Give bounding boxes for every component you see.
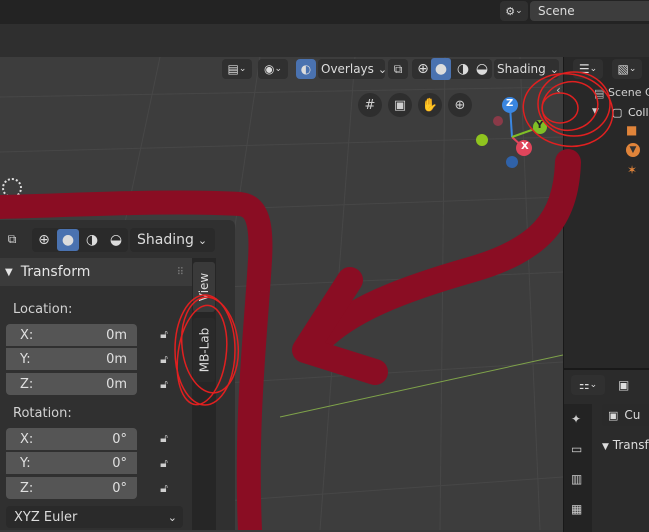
camera-object-icon[interactable]: ■ bbox=[626, 123, 637, 137]
object-icon: ▣ bbox=[608, 408, 619, 422]
scene-collection-icon: ▤ bbox=[594, 87, 605, 100]
lock-rotation-x-icon[interactable]: 🔓︎ bbox=[155, 431, 173, 447]
light-object-icon[interactable]: ✶ bbox=[627, 163, 637, 177]
zoom-icon[interactable]: ⊕ bbox=[448, 93, 472, 117]
properties-icon: ⚏ bbox=[578, 378, 590, 392]
rotation-y-field[interactable]: Y: 0° bbox=[6, 452, 137, 474]
outliner-scene-title: Scene C bbox=[608, 86, 649, 99]
cube-object-icon[interactable]: ▼ bbox=[626, 143, 640, 157]
gizmo-x-label: X bbox=[521, 141, 529, 152]
perspective-toggle-icon[interactable]: # bbox=[358, 93, 382, 117]
3d-cursor-icon bbox=[2, 178, 22, 198]
shading-dropdown[interactable]: Shading bbox=[494, 59, 559, 79]
outliner-filter-button[interactable]: ▧ ⌄ bbox=[612, 59, 642, 79]
npanel-tab-strip: View MB-Lab bbox=[192, 258, 216, 530]
overlays-icon: ◐ bbox=[300, 62, 312, 76]
rendered-shading-icon[interactable]: ◒ bbox=[471, 58, 493, 80]
scene-selector[interactable]: ⚙ ⌄ bbox=[500, 1, 528, 21]
collection-icon: ▢ bbox=[612, 106, 623, 119]
object-selector[interactable]: ▣ Cu bbox=[602, 404, 649, 426]
object-mode-icon[interactable]: ▣ bbox=[618, 378, 629, 392]
lock-rotation-y-icon[interactable]: 🔓︎ bbox=[155, 456, 173, 472]
rotation-z-field[interactable]: Z: 0° bbox=[6, 477, 137, 499]
eye-icon: ◉ bbox=[263, 62, 275, 76]
collapse-arrow-icon: ▼ bbox=[5, 266, 13, 278]
overlays-dropdown[interactable]: Overlays bbox=[318, 59, 385, 79]
collection-label[interactable]: Colle bbox=[628, 106, 649, 119]
drag-handle-icon[interactable]: ⠿ bbox=[177, 267, 184, 278]
gizmo-y-label: Y bbox=[536, 120, 544, 131]
outliner-collapse-arrow[interactable]: ‹ bbox=[556, 83, 561, 97]
scene-name: Scene bbox=[538, 4, 575, 18]
npanel-rendered-icon[interactable]: ◒ bbox=[105, 229, 127, 251]
lock-location-y-icon[interactable]: 🔓︎ bbox=[155, 352, 173, 368]
location-x-field[interactable]: X: 0m bbox=[6, 324, 137, 346]
npanel-solid-icon[interactable]: ● bbox=[57, 229, 79, 251]
outliner-panel: ☰⌄ ▧⌄ ‹ ▤ Scene C ▼ ▢ Colle ■ ▼ ✶ bbox=[556, 57, 649, 368]
filter-icon: ▧ bbox=[617, 62, 629, 76]
tool-tab-icon[interactable]: ✦ bbox=[571, 412, 581, 426]
shading-mode-group: ⊕ ● ◑ ◒ bbox=[412, 58, 493, 80]
lock-rotation-z-icon[interactable]: 🔓︎ bbox=[155, 481, 173, 497]
render-tab-icon[interactable]: ▭ bbox=[571, 442, 582, 456]
collection-expand-arrow[interactable]: ▼ bbox=[592, 107, 599, 117]
npanel-material-icon[interactable]: ◑ bbox=[81, 229, 103, 251]
npanel-xray-toggle[interactable]: ⧉ bbox=[0, 228, 24, 250]
xray-icon: ⧉ bbox=[393, 61, 403, 76]
location-z-field[interactable]: Z: 0m bbox=[6, 373, 137, 395]
editor-type-icon: ▤ bbox=[227, 62, 239, 76]
npanel-wireframe-icon[interactable]: ⊕ bbox=[33, 229, 55, 251]
lock-location-x-icon[interactable]: 🔓︎ bbox=[155, 327, 173, 343]
overlays-toggle[interactable]: ◐ bbox=[296, 59, 316, 79]
scene-name-field[interactable]: Scene bbox=[530, 1, 649, 21]
properties-panel: ⚏ ⌄ ▣ ✦ ▭ ▥ ▦ ▣ Cu ▼ Transf bbox=[563, 368, 649, 532]
output-tab-icon[interactable]: ▥ bbox=[571, 472, 582, 486]
camera-view-icon[interactable]: ▣ bbox=[388, 93, 412, 117]
npanel-shading-dropdown[interactable]: Shading bbox=[130, 228, 215, 252]
xray-toggle[interactable]: ⧉ bbox=[388, 59, 408, 79]
view-layer-tab-icon[interactable]: ▦ bbox=[571, 502, 582, 516]
npanel-shading-mode-group: ⊕ ● ◑ ◒ bbox=[32, 228, 128, 252]
outliner-display-mode[interactable]: ☰ ⌄ bbox=[573, 59, 603, 79]
location-label: Location: bbox=[13, 302, 73, 317]
sidebar-tabs: ✦ ▭ ▥ ▦ bbox=[564, 404, 592, 532]
rotation-x-field[interactable]: X: 0° bbox=[6, 428, 137, 450]
scene-icon: ⚙ bbox=[505, 4, 516, 18]
view-object-types-button[interactable]: ◉ ⌄ bbox=[258, 59, 288, 79]
gizmo-z-label: Z bbox=[506, 98, 514, 109]
x-axis-line bbox=[279, 354, 563, 418]
top-bar: ⚙ ⌄ Scene bbox=[0, 0, 649, 24]
editor-type-button[interactable]: ▤ ⌄ bbox=[222, 59, 252, 79]
pan-hand-icon[interactable]: ✋ bbox=[418, 93, 442, 117]
outliner-icon: ☰ bbox=[578, 62, 590, 76]
editor-header-strip bbox=[0, 24, 649, 58]
lock-location-z-icon[interactable]: 🔓︎ bbox=[155, 377, 173, 393]
transform-panel-header[interactable]: ▼ Transform ⠿ bbox=[0, 258, 192, 286]
properties-editor-type[interactable]: ⚏ ⌄ bbox=[571, 375, 605, 395]
location-y-field[interactable]: Y: 0m bbox=[6, 348, 137, 370]
rotation-label: Rotation: bbox=[13, 406, 72, 421]
rotation-mode-dropdown[interactable]: XYZ Euler bbox=[6, 506, 183, 528]
transform-section-header[interactable]: ▼ Transf bbox=[602, 438, 649, 452]
tab-view[interactable]: View bbox=[193, 262, 215, 312]
tab-mb-lab[interactable]: MB-Lab bbox=[193, 318, 215, 382]
solid-shading-icon[interactable]: ● bbox=[431, 58, 451, 80]
